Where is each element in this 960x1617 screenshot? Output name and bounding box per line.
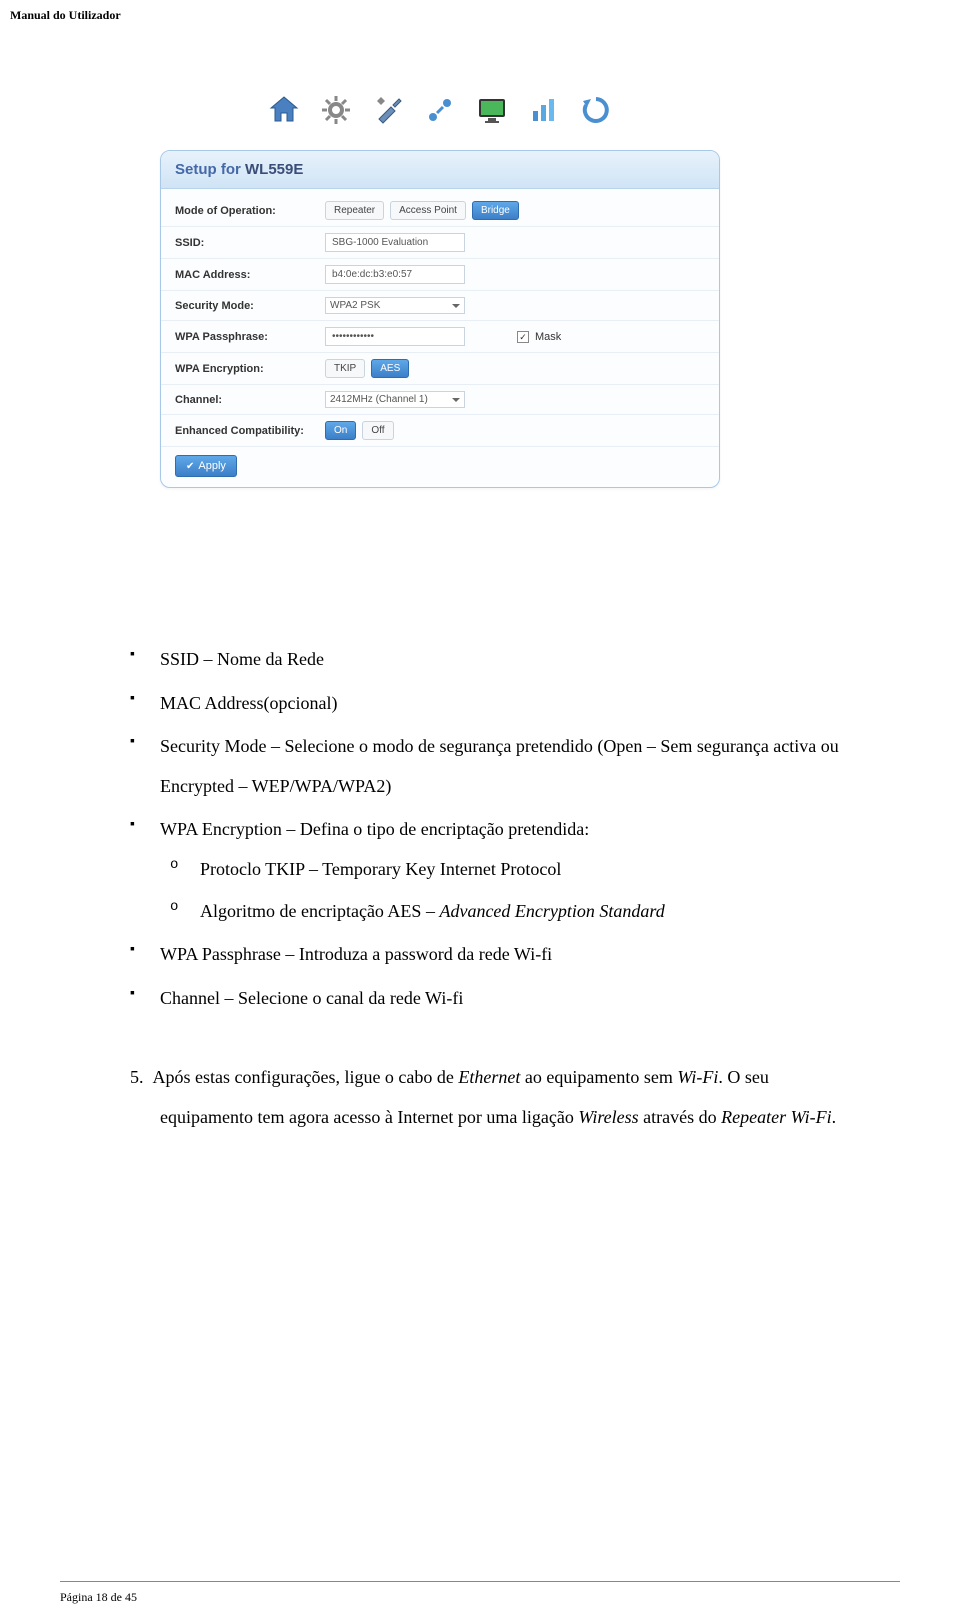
apply-label: Apply	[198, 460, 226, 472]
refresh-icon	[576, 90, 616, 130]
setup-panel: Setup for WL559E Mode of Operation: Repe…	[160, 150, 720, 488]
toolbar-icons	[160, 90, 720, 130]
bullet-passphrase: WPA Passphrase – Introduza a password da…	[160, 935, 850, 975]
stats-icon	[524, 90, 564, 130]
mac-input[interactable]: b4:0e:dc:b3:e0:57	[325, 265, 465, 284]
panel-title: Setup for WL559E	[161, 151, 719, 189]
row-compat: Enhanced Compatibility: On Off	[161, 415, 719, 447]
step5-e: .	[832, 1107, 837, 1127]
label-channel: Channel:	[175, 394, 325, 406]
document-content: SSID – Nome da Rede MAC Address(opcional…	[120, 640, 850, 1138]
row-passphrase: WPA Passphrase: •••••••••••• ✓ Mask	[161, 321, 719, 353]
chevron-down-icon	[452, 398, 460, 402]
enc-aes[interactable]: AES	[371, 359, 409, 378]
compat-on[interactable]: On	[325, 421, 356, 440]
apply-button[interactable]: ✔ Apply	[175, 455, 237, 477]
label-encryption: WPA Encryption:	[175, 363, 325, 375]
channel-select[interactable]: 2412MHz (Channel 1)	[325, 391, 465, 408]
sub-tkip: Protoclo TKIP – Temporary Key Internet P…	[200, 850, 850, 890]
step5-a: Após estas configurações, ligue o cabo d…	[153, 1067, 459, 1087]
gear-icon	[316, 90, 356, 130]
network-icon	[420, 90, 460, 130]
mask-label: Mask	[535, 331, 561, 343]
sub-aes: Algoritmo de encriptação AES – Advanced …	[200, 892, 850, 932]
chevron-down-icon	[452, 304, 460, 308]
mask-checkbox[interactable]: ✓	[517, 331, 529, 343]
label-mac: MAC Address:	[175, 269, 325, 281]
row-security: Security Mode: WPA2 PSK	[161, 291, 719, 321]
step-5: 5. Após estas configurações, ligue o cab…	[120, 1058, 850, 1137]
step5-em3: Wireless	[578, 1107, 638, 1127]
monitor-icon	[472, 90, 512, 130]
footer-divider	[60, 1581, 900, 1582]
step5-d: através do	[639, 1107, 721, 1127]
bullet-encryption: WPA Encryption – Defina o tipo de encrip…	[160, 810, 850, 931]
bullet-ssid: SSID – Nome da Rede	[160, 640, 850, 680]
mode-bridge[interactable]: Bridge	[472, 201, 519, 220]
step5-em4: Repeater Wi-Fi	[721, 1107, 831, 1127]
bullet-channel: Channel – Selecione o canal da rede Wi-f…	[160, 979, 850, 1019]
panel-body: Mode of Operation: Repeater Access Point…	[161, 189, 719, 487]
home-icon	[264, 90, 304, 130]
step5-em1: Ethernet	[458, 1067, 520, 1087]
panel-title-model: WL559E	[245, 161, 303, 178]
tools-icon	[368, 90, 408, 130]
step5-num: 5.	[130, 1067, 144, 1087]
label-compat: Enhanced Compatibility:	[175, 425, 325, 437]
label-mode: Mode of Operation:	[175, 205, 325, 217]
security-select[interactable]: WPA2 PSK	[325, 297, 465, 314]
label-passphrase: WPA Passphrase:	[175, 331, 325, 343]
bullet-security: Security Mode – Selecione o modo de segu…	[160, 727, 850, 806]
row-mode: Mode of Operation: Repeater Access Point…	[161, 195, 719, 227]
ssid-input[interactable]: SBG-1000 Evaluation	[325, 233, 465, 252]
row-mac: MAC Address: b4:0e:dc:b3:e0:57	[161, 259, 719, 291]
passphrase-input[interactable]: ••••••••••••	[325, 327, 465, 346]
panel-title-prefix: Setup for	[175, 161, 245, 178]
bullet-mac: MAC Address(opcional)	[160, 684, 850, 724]
enc-tkip[interactable]: TKIP	[325, 359, 365, 378]
row-encryption: WPA Encryption: TKIP AES	[161, 353, 719, 385]
mode-repeater[interactable]: Repeater	[325, 201, 384, 220]
security-value: WPA2 PSK	[330, 300, 380, 311]
label-ssid: SSID:	[175, 237, 325, 249]
sub-aes-prefix: Algoritmo de encriptação AES –	[200, 901, 439, 921]
check-icon: ✔	[186, 461, 194, 472]
channel-value: 2412MHz (Channel 1)	[330, 394, 428, 405]
row-ssid: SSID: SBG-1000 Evaluation	[161, 227, 719, 259]
step5-em2: Wi-Fi	[677, 1067, 718, 1087]
page-header: Manual do Utilizador	[10, 8, 121, 23]
sub-aes-em: Advanced Encryption Standard	[439, 901, 664, 921]
row-channel: Channel: 2412MHz (Channel 1)	[161, 385, 719, 415]
mode-ap[interactable]: Access Point	[390, 201, 466, 220]
label-security: Security Mode:	[175, 300, 325, 312]
page-footer: Página 18 de 45	[60, 1590, 137, 1605]
bullet-enc-text: WPA Encryption – Defina o tipo de encrip…	[160, 819, 589, 839]
step5-b: ao equipamento sem	[520, 1067, 677, 1087]
compat-off[interactable]: Off	[362, 421, 393, 440]
router-setup-screenshot: Setup for WL559E Mode of Operation: Repe…	[160, 90, 720, 488]
